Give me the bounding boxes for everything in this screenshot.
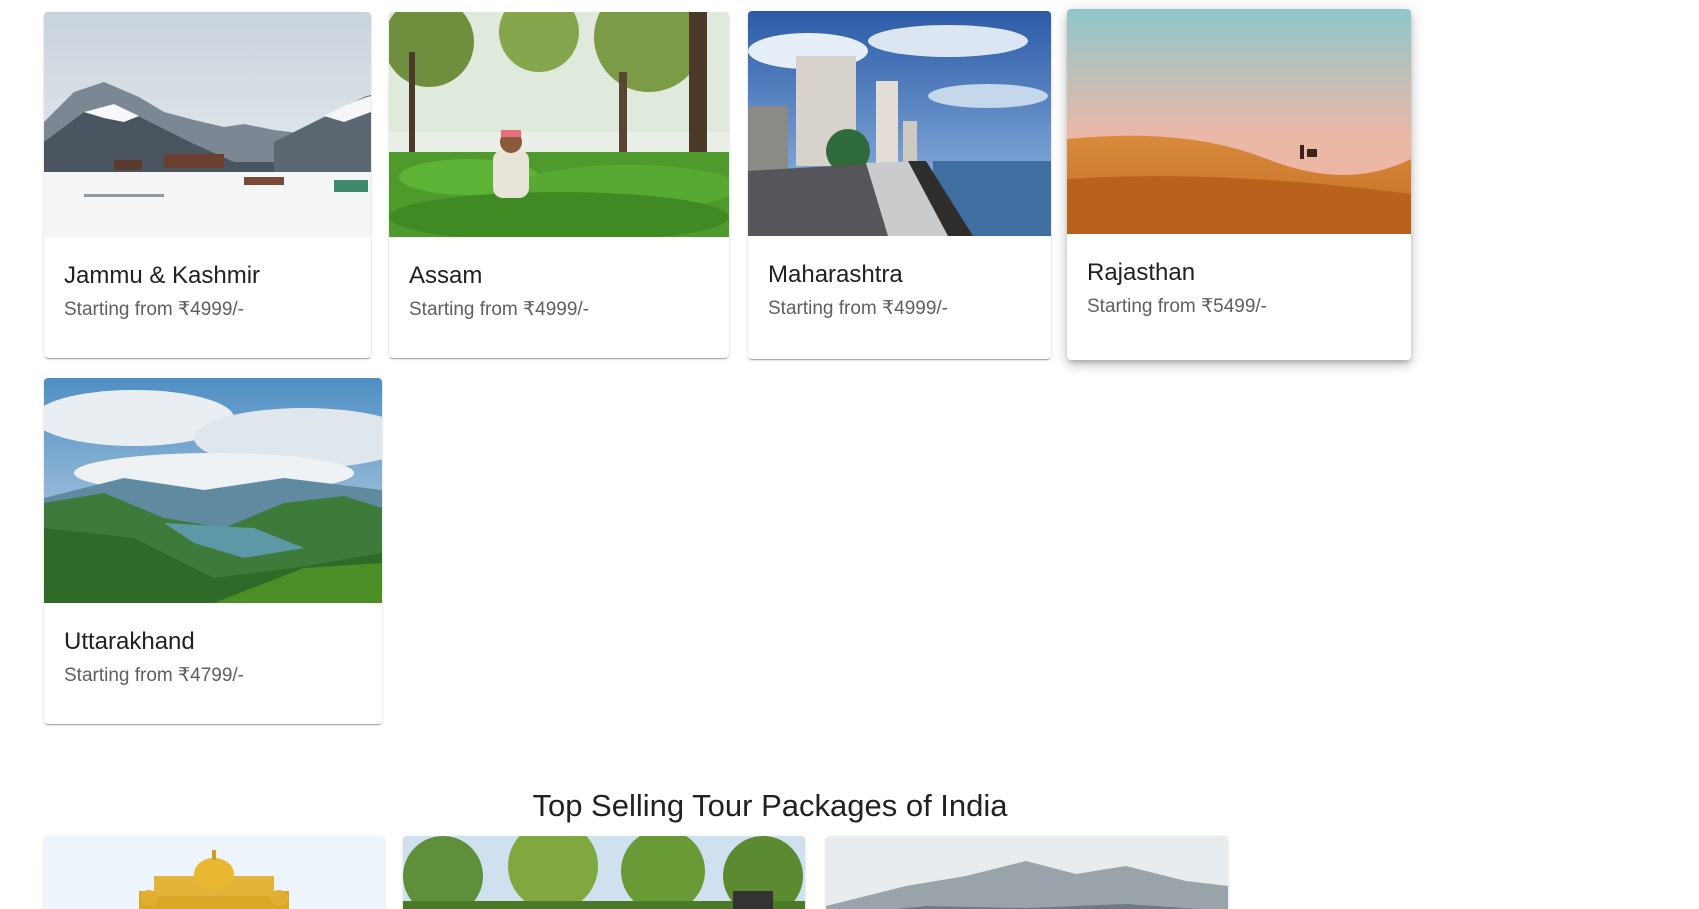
destination-image-rajasthan <box>1067 9 1411 234</box>
destination-title: Maharashtra <box>768 261 903 288</box>
destination-card-assam[interactable]: Assam Starting from ₹4999/- <box>389 12 729 358</box>
destination-price: Starting from ₹4999/- <box>409 299 589 320</box>
destination-price: Starting from ₹5499/- <box>1087 296 1267 317</box>
package-card-golden-temple[interactable] <box>44 836 384 909</box>
top-selling-heading: Top Selling Tour Packages of India <box>532 788 1008 823</box>
destination-image-maharashtra <box>748 11 1051 236</box>
destination-image-jammu-kashmir <box>44 12 371 237</box>
destination-price: Starting from ₹4799/- <box>64 665 244 686</box>
package-image-kerala <box>403 836 805 909</box>
destination-title: Rajasthan <box>1087 259 1196 286</box>
package-card-mountains[interactable] <box>826 836 1228 909</box>
destination-title: Jammu & Kashmir <box>64 262 261 289</box>
package-image-mountains <box>826 836 1228 909</box>
destination-card-maharashtra[interactable]: Maharashtra Starting from ₹4999/- <box>748 11 1051 359</box>
destination-price: Starting from ₹4999/- <box>768 298 948 319</box>
destination-card-jammu-kashmir[interactable]: Jammu & Kashmir Starting from ₹4999/- <box>44 12 371 358</box>
destination-image-uttarakhand <box>44 378 382 603</box>
package-card-kerala[interactable] <box>403 836 805 909</box>
destination-card-rajasthan[interactable]: Rajasthan Starting from ₹5499/- <box>1067 9 1411 360</box>
package-image-golden-temple <box>44 836 384 909</box>
destination-image-assam <box>389 12 729 237</box>
destination-card-uttarakhand[interactable]: Uttarakhand Starting from ₹4799/- <box>44 378 382 724</box>
destination-price: Starting from ₹4999/- <box>64 299 244 320</box>
destination-title: Uttarakhand <box>64 628 195 655</box>
destination-title: Assam <box>409 262 483 289</box>
destinations-page: Jammu & Kashmir Starting from ₹4999/- As… <box>0 0 1699 909</box>
